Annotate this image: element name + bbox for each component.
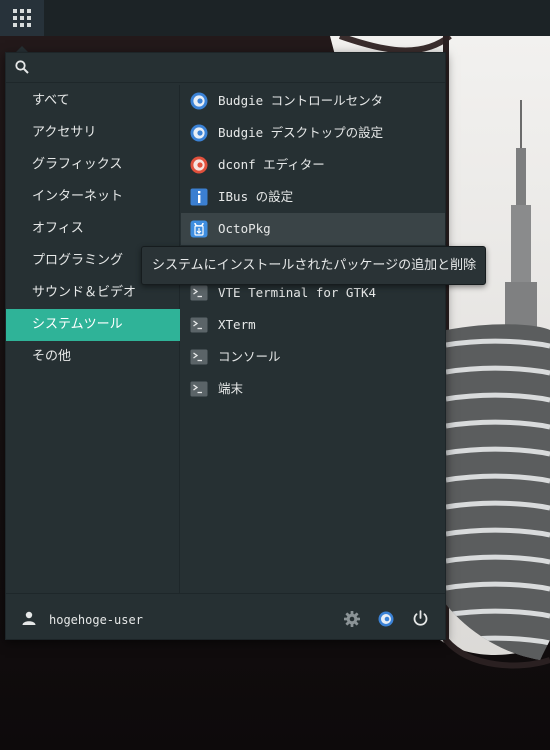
app-label: コンソール (218, 349, 281, 364)
category-office[interactable]: オフィス (6, 213, 180, 245)
app-console[interactable]: コンソール (181, 341, 445, 373)
budgie-icon (190, 124, 208, 142)
dconf-icon (190, 156, 208, 174)
app-terminal[interactable]: 端末 (181, 373, 445, 405)
category-internet[interactable]: インターネット (6, 181, 180, 213)
app-label: Budgie コントロールセンタ (218, 93, 384, 108)
budgie-icon[interactable] (378, 611, 394, 627)
category-other[interactable]: その他 (6, 341, 180, 373)
category-all[interactable]: すべて (6, 85, 180, 117)
app-label: dconf エディター (218, 157, 325, 172)
app-label: XTerm (218, 317, 256, 332)
top-panel (0, 0, 550, 36)
app-list: Budgie コントロールセンタ Budgie デスクトップの設定 dconf … (181, 85, 445, 593)
terminal-icon (190, 381, 208, 397)
app-dconf-editor[interactable]: dconf エディター (181, 149, 445, 181)
terminal-icon (190, 285, 208, 301)
user-icon (22, 611, 36, 625)
ibus-info-icon (190, 188, 208, 206)
search-icon (15, 60, 29, 74)
app-budgie-desktop-settings[interactable]: Budgie デスクトップの設定 (181, 117, 445, 149)
budgie-icon (190, 92, 208, 110)
category-graphics[interactable]: グラフィックス (6, 149, 180, 181)
app-ibus-settings[interactable]: IBus の設定 (181, 181, 445, 213)
application-menu: すべて アクセサリ グラフィックス インターネット オフィス プログラミング サ… (5, 52, 446, 640)
category-system-tools[interactable]: システムツール (6, 309, 180, 341)
app-label: IBus の設定 (218, 189, 294, 204)
app-menu-button[interactable] (0, 0, 44, 36)
app-label: OctoPkg (218, 221, 271, 236)
app-label: Budgie デスクトップの設定 (218, 125, 384, 140)
power-icon[interactable] (412, 610, 429, 627)
app-octopkg[interactable]: OctoPkg (181, 213, 445, 245)
search-input[interactable] (34, 57, 434, 79)
app-grid-icon (13, 9, 31, 27)
app-label: 端末 (218, 381, 244, 396)
gear-icon[interactable] (344, 611, 360, 627)
terminal-icon (190, 317, 208, 333)
menu-footer: hogehoge-user (6, 593, 445, 639)
search-row (6, 53, 445, 83)
user-name[interactable]: hogehoge-user (49, 594, 143, 646)
app-budgie-control-center[interactable]: Budgie コントロールセンタ (181, 85, 445, 117)
category-accessories[interactable]: アクセサリ (6, 117, 180, 149)
app-xterm[interactable]: XTerm (181, 309, 445, 341)
tooltip: システムにインストールされたパッケージの追加と削除 (141, 246, 486, 285)
octopkg-icon (190, 220, 208, 238)
terminal-icon (190, 349, 208, 365)
category-list: すべて アクセサリ グラフィックス インターネット オフィス プログラミング サ… (6, 85, 180, 593)
